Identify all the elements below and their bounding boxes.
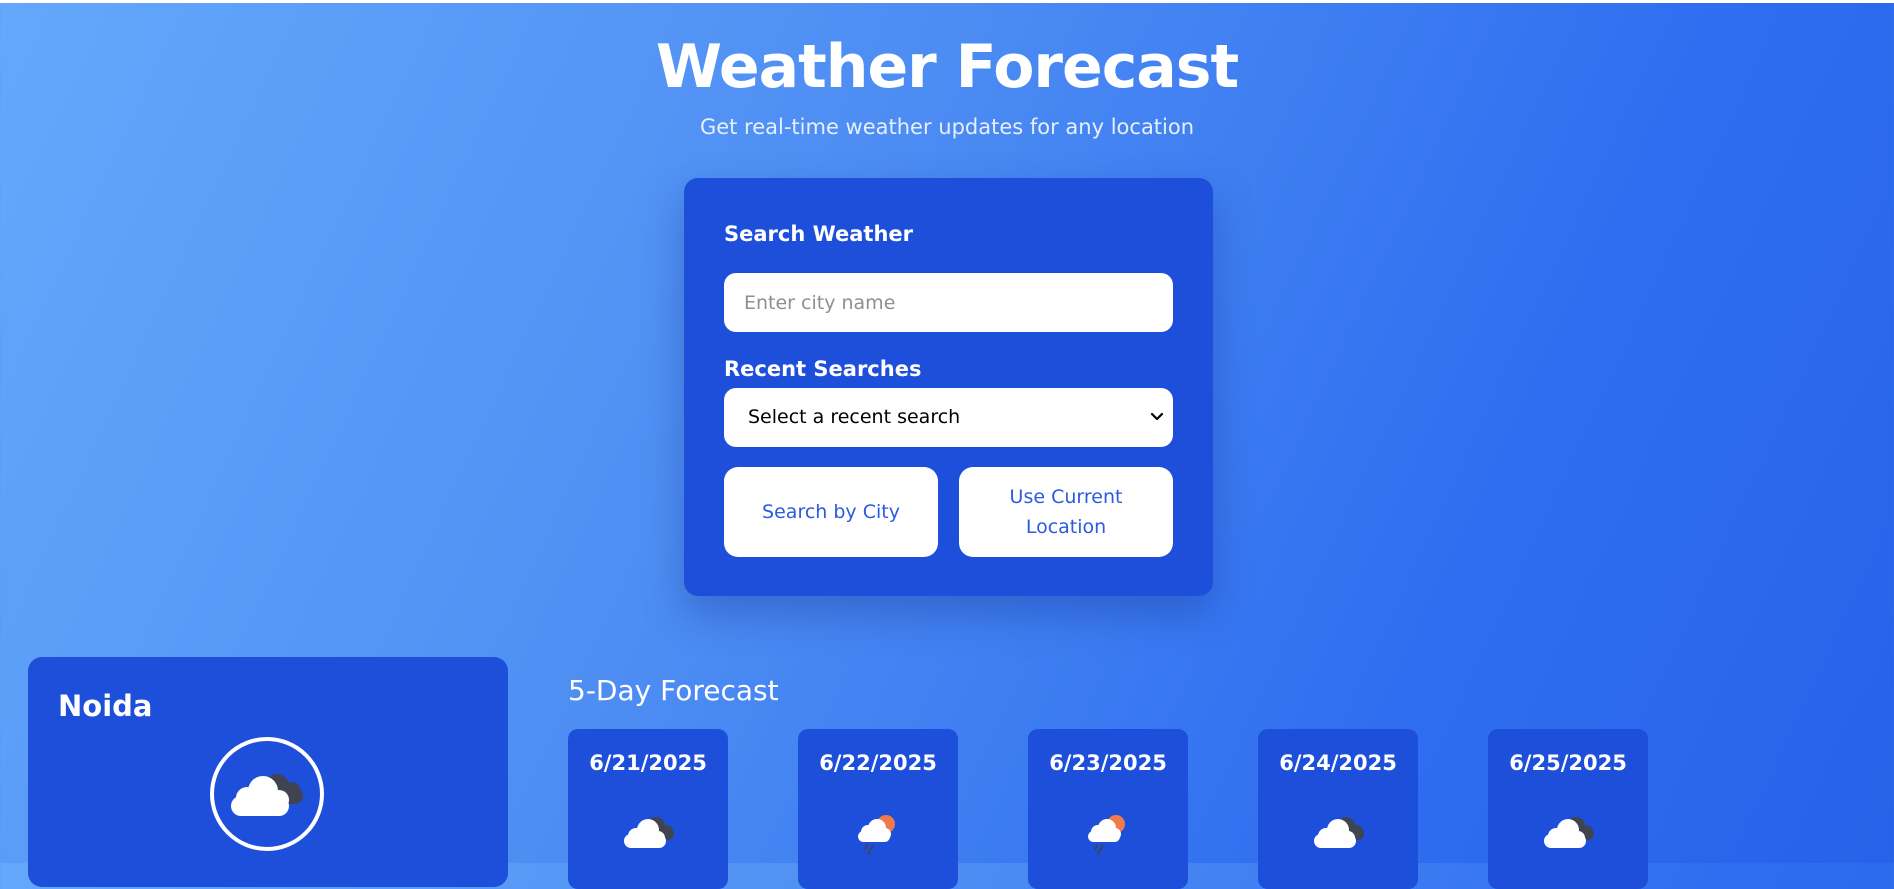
sun-rain-cloud-icon: [858, 815, 895, 855]
page-subtitle: Get real-time weather updates for any lo…: [699, 115, 1195, 139]
forecast-card: 6/24/2025: [1258, 729, 1418, 889]
forecast-date: 6/21/2025: [589, 751, 707, 775]
current-city-name: Noida: [58, 689, 153, 723]
forecast-date: 6/22/2025: [819, 751, 937, 775]
forecast-card: 6/23/2025: [1028, 729, 1188, 889]
forecast-date: 6/23/2025: [1049, 751, 1167, 775]
search-weather-label: Search Weather: [724, 222, 914, 246]
top-border: [0, 0, 1894, 3]
page-title: Weather Forecast: [655, 32, 1239, 102]
cloudy-icon: [1544, 817, 1594, 848]
cloudy-icon: [1314, 817, 1364, 848]
page-header: Weather Forecast Get real-time weather u…: [0, 30, 1894, 140]
search-by-city-button[interactable]: Search by City: [724, 467, 938, 557]
recent-select-value: Select a recent search: [748, 406, 961, 428]
chevron-down-icon: [1150, 412, 1164, 421]
forecast-date: 6/25/2025: [1509, 751, 1627, 775]
forecast-card: 6/25/2025: [1488, 729, 1648, 889]
cloudy-icon: [624, 817, 674, 848]
use-current-location-button[interactable]: Use Current Location: [959, 467, 1173, 557]
recent-searches-select[interactable]: Select a recent search: [724, 388, 1173, 447]
sun-rain-cloud-icon: [1088, 815, 1125, 855]
forecast-card: 6/22/2025: [798, 729, 958, 889]
forecast-card: 6/21/2025: [568, 729, 728, 889]
city-search-input[interactable]: [724, 273, 1173, 332]
recent-searches-label: Recent Searches: [724, 357, 922, 381]
forecast-date: 6/24/2025: [1279, 751, 1397, 775]
cloudy-icon: [210, 737, 324, 851]
forecast-title: 5-Day Forecast: [568, 674, 779, 707]
